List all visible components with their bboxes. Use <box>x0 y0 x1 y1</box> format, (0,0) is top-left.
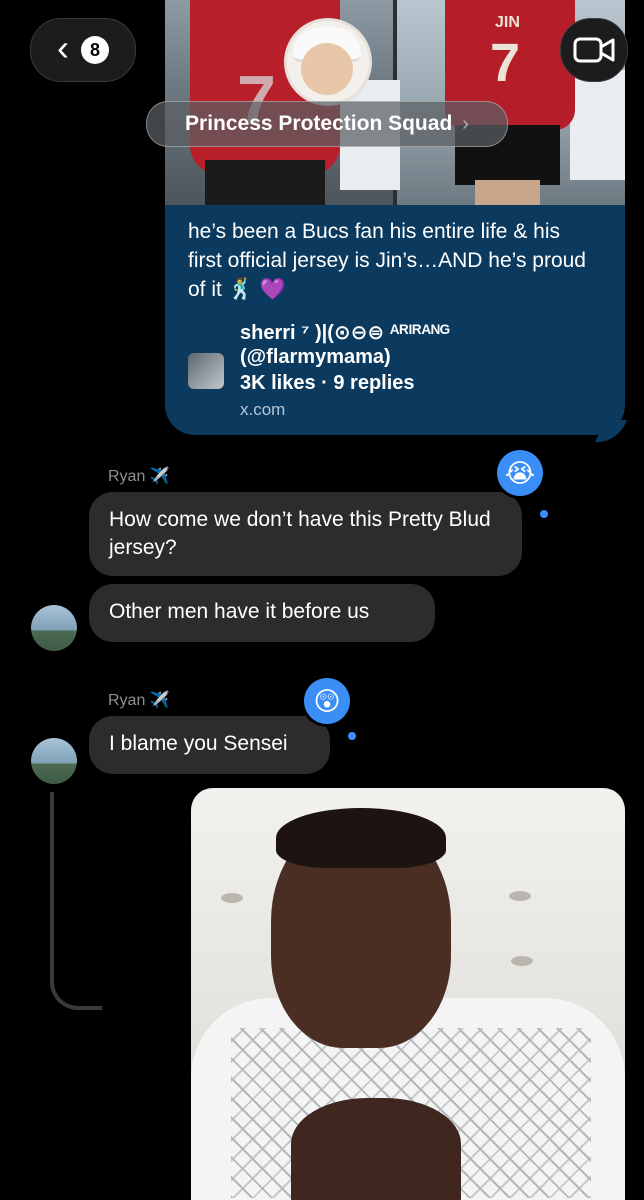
meme-image[interactable] <box>191 788 625 1200</box>
message-bubble[interactable]: Other men have it before us <box>89 584 435 642</box>
back-button[interactable]: ‹ 8 <box>30 18 136 82</box>
group-name-pill[interactable]: Princess Protection Squad › <box>146 101 508 147</box>
legs-right <box>475 180 540 205</box>
ceiling-light <box>221 893 243 903</box>
reaction-dot <box>540 510 548 518</box>
video-call-button[interactable] <box>560 18 628 82</box>
post-author: sherri ⁷ )|(⊙⊖⊜ ᴬᴿᴵᴿᴬᴺᴳ <box>240 322 450 344</box>
sender-name: Ryan ✈️ <box>108 692 170 709</box>
reaction-crying[interactable]: 😭 <box>497 450 543 496</box>
group-avatar[interactable] <box>284 18 372 106</box>
dresser <box>570 70 625 180</box>
avatar[interactable] <box>31 738 77 784</box>
jersey-name: JIN <box>495 14 520 31</box>
post-stats: 3K likes · 9 replies <box>240 372 415 394</box>
reply-thread-line <box>50 792 102 1010</box>
message-bubble[interactable]: How come we don’t have this Pretty Blud … <box>89 492 522 576</box>
post-handle: (@flarmymama) <box>240 346 391 368</box>
hand <box>291 1098 461 1200</box>
ceiling-light <box>511 956 533 966</box>
post-domain: x.com <box>240 400 286 419</box>
reaction-surprised[interactable]: 😲 <box>304 678 350 724</box>
ceiling-light <box>509 891 531 901</box>
video-camera-icon <box>573 37 615 63</box>
shorts-left <box>205 160 325 205</box>
reaction-dot <box>348 732 356 740</box>
avatar-face <box>301 43 353 95</box>
sender-name: Ryan ✈️ <box>108 468 170 485</box>
chevron-right-icon: › <box>462 112 469 135</box>
jersey-number: 7 <box>490 33 521 93</box>
message-bubble[interactable]: I blame you Sensei <box>89 716 330 774</box>
avatar[interactable] <box>31 605 77 651</box>
unread-count-badge: 8 <box>81 36 109 64</box>
author-avatar <box>188 353 224 389</box>
hair <box>276 808 446 868</box>
chevron-left-icon: ‹ <box>57 27 69 68</box>
post-text: he’s been a Bucs fan his entire life & h… <box>188 220 586 301</box>
group-name: Princess Protection Squad <box>185 112 453 135</box>
